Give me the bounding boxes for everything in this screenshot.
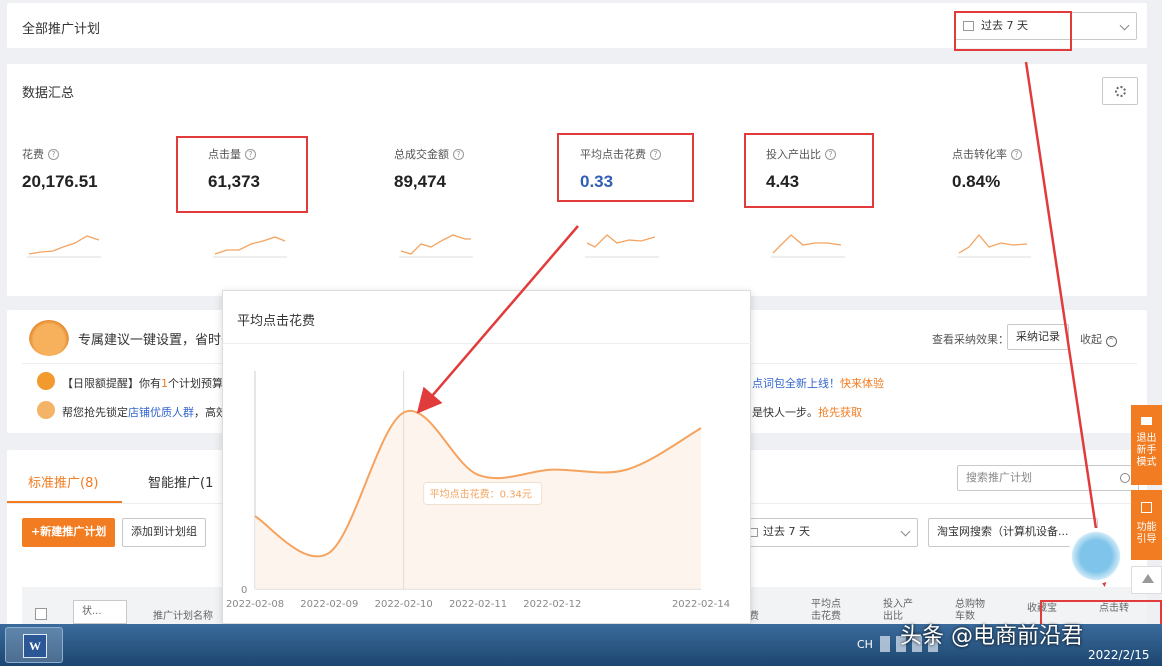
windows-taskbar: W CH 头条 @电商前沿君 2022/2/15	[0, 624, 1162, 666]
feature-guide-button[interactable]: 功能引导	[1131, 490, 1162, 560]
graduation-cap-icon	[1141, 417, 1152, 425]
watermark: 头条 @电商前沿君	[900, 624, 1083, 649]
arrow-to-peak	[416, 225, 579, 414]
clock-date: 2022/2/15	[1088, 648, 1150, 662]
back-to-top-button[interactable]	[1131, 566, 1162, 594]
arrow-up-icon	[1142, 574, 1154, 583]
annotation-arrows	[416, 61, 1114, 587]
word-app-button[interactable]: W	[5, 627, 63, 663]
mascot-icon	[1068, 528, 1124, 584]
book-icon	[1141, 502, 1152, 513]
arrow-to-date	[1024, 61, 1114, 587]
exit-novice-button[interactable]: 退出新手模式	[1131, 405, 1162, 485]
ime-indicator[interactable]: CH	[857, 638, 873, 651]
word-icon: W	[23, 634, 47, 658]
